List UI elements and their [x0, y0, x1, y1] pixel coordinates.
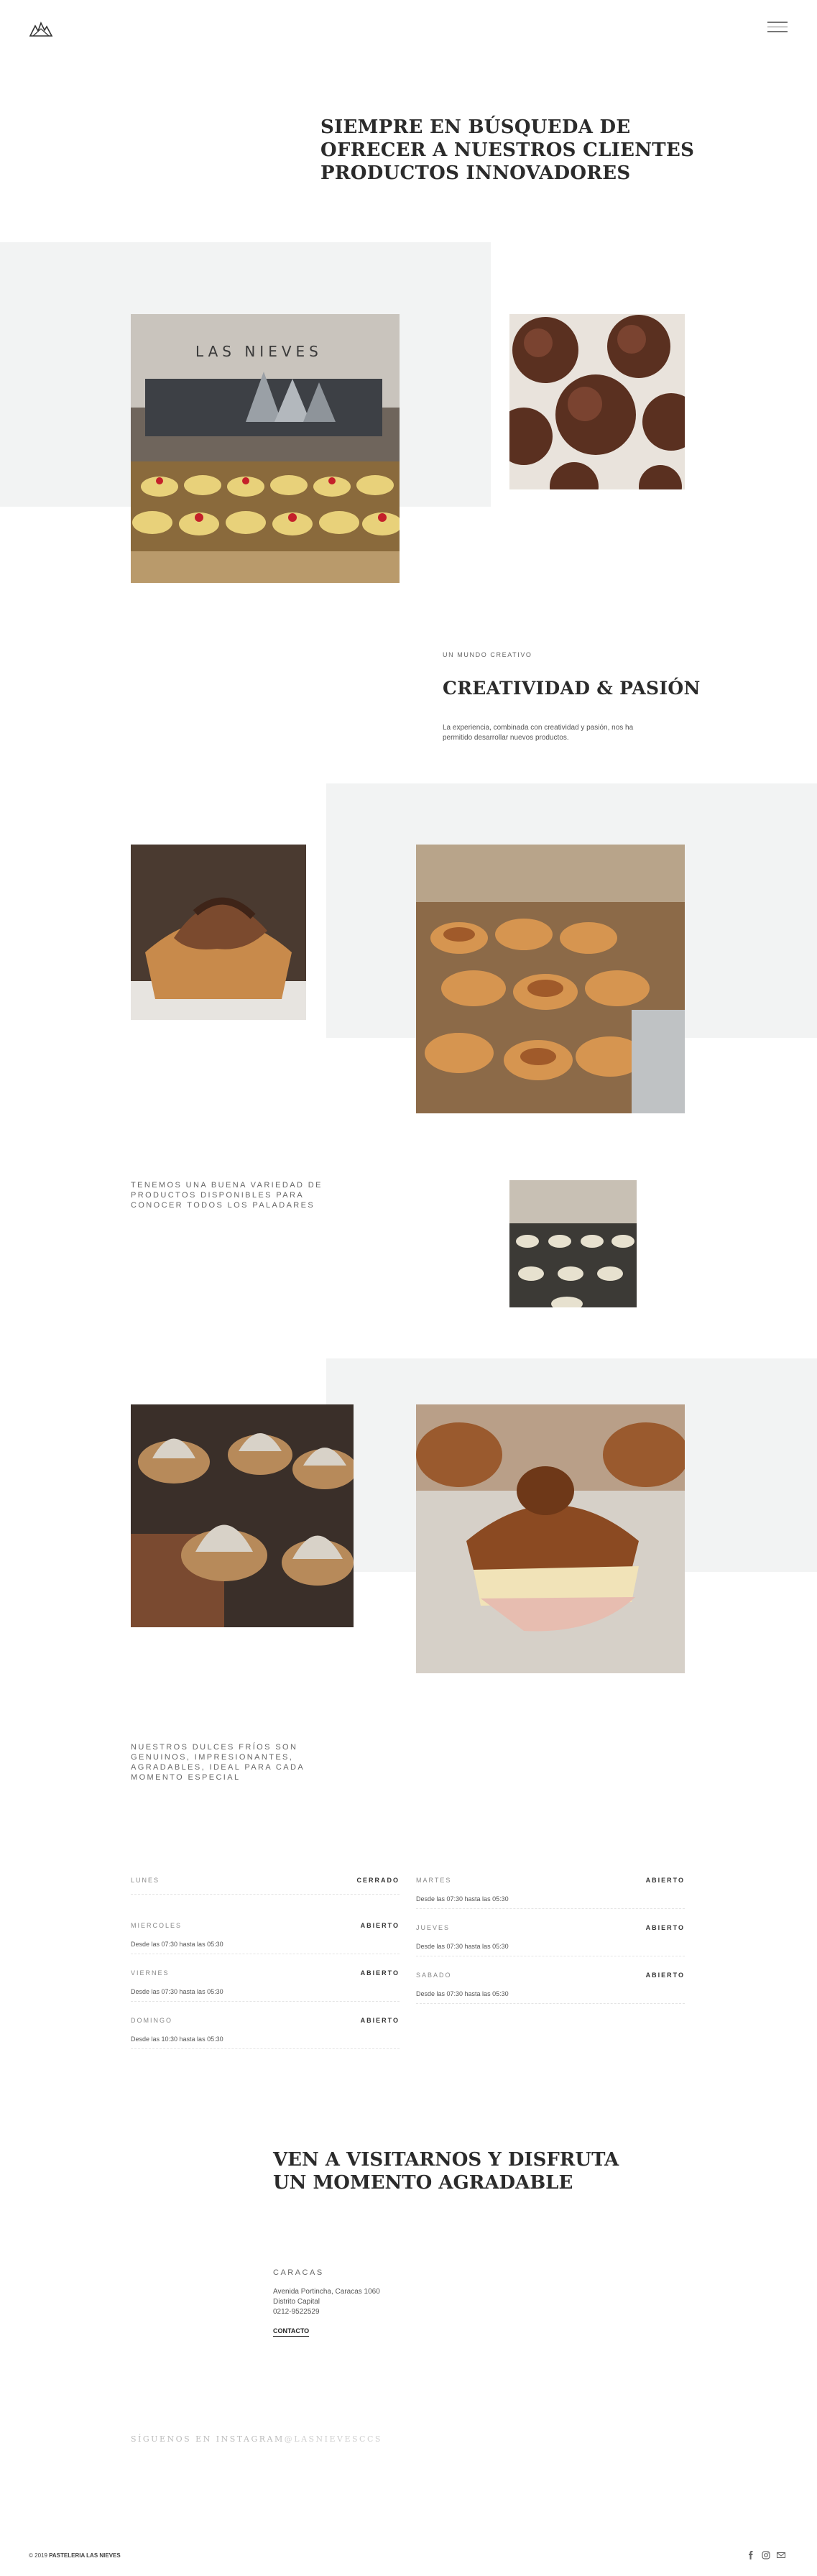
schedule-item: LUNES CERRADO	[131, 1877, 400, 1895]
menu-line	[767, 26, 788, 27]
schedule-divider	[416, 1908, 685, 1909]
schedule-divider	[131, 2048, 400, 2049]
schedule-item: JUEVES ABIERTO Desde las 07:30 hasta las …	[416, 1924, 685, 1956]
facebook-icon[interactable]	[746, 2550, 756, 2560]
meringue-tarts-photo	[131, 1404, 354, 1627]
store-photo: LAS NIEVES	[131, 314, 400, 583]
pastry-display-photo	[416, 845, 685, 1113]
schedule-right: MARTES ABIERTO Desde las 07:30 hasta las …	[416, 1877, 685, 2004]
creative-title: CREATIVIDAD & PASIÓN	[443, 678, 701, 699]
email-icon[interactable]	[776, 2550, 786, 2560]
schedule-day: VIERNES	[131, 1969, 170, 1977]
creative-text: La experiencia, combinada con creativida…	[443, 724, 634, 742]
address-line: Distrito Capital	[273, 2298, 320, 2306]
schedule-day: LUNES	[131, 1877, 160, 1884]
schedule-hours: Desde las 07:30 hasta las 05:30	[131, 1988, 223, 1995]
footer-brand: PASTELERIA LAS NIEVES	[49, 2552, 121, 2559]
phone-number: 0212-9522529	[273, 2308, 320, 2316]
schedule-status: ABIERTO	[645, 1924, 685, 1931]
schedule-hours: Desde las 07:30 hasta las 05:30	[416, 1990, 509, 1997]
schedule-hours: Desde las 07:30 hasta las 05:30	[131, 1941, 223, 1948]
schedule-item: SABADO ABIERTO Desde las 07:30 hasta las …	[416, 1972, 685, 2004]
creative-eyebrow: UN MUNDO CREATIVO	[443, 651, 532, 658]
schedule-left: LUNES CERRADO MIERCOLES ABIERTO Desde las …	[131, 1877, 400, 2049]
schedule-day: MARTES	[416, 1877, 452, 1884]
schedule-status: ABIERTO	[645, 1877, 685, 1884]
schedule-day: SABADO	[416, 1972, 452, 1979]
schedule-status: CERRADO	[356, 1877, 400, 1884]
menu-line	[767, 22, 788, 23]
chocolate-truffles-photo	[509, 314, 685, 489]
chocolate-tart-photo	[131, 845, 306, 1020]
desserts-cups-photo	[509, 1180, 637, 1307]
location-city: CARACAS	[273, 2268, 324, 2277]
store-sign: LAS NIEVES	[195, 343, 323, 360]
contact-link[interactable]: CONTACTO	[273, 2327, 310, 2337]
schedule-item: MIERCOLES ABIERTO Desde las 07:30 hasta l…	[131, 1922, 400, 1954]
menu-line	[767, 31, 788, 32]
hamburger-menu-icon[interactable]	[767, 22, 788, 36]
address-line: Avenida Portincha, Caracas 1060	[273, 2288, 380, 2296]
schedule-item: MARTES ABIERTO Desde las 07:30 hasta las …	[416, 1877, 685, 1909]
variety-text: TENEMOS UNA BUENA VARIEDAD DE PRODUCTOS …	[131, 1181, 323, 1210]
schedule-status: ABIERTO	[360, 1922, 400, 1929]
schedule-hours: Desde las 07:30 hasta las 05:30	[416, 1943, 509, 1950]
hero-title: SIEMPRE EN BÚSQUEDA DE OFRECER A NUESTRO…	[320, 116, 695, 184]
instagram-icon[interactable]	[761, 2550, 771, 2560]
schedule-divider	[131, 1894, 400, 1895]
sweets-text: NUESTROS DULCES FRÍOS SON GENUINOS, IMPR…	[131, 1743, 305, 1782]
schedule-status: ABIERTO	[360, 1969, 400, 1977]
schedule-hours: Desde las 10:30 hasta las 05:30	[131, 2036, 223, 2043]
footer-copyright: © 2019 PASTELERIA LAS NIEVES	[29, 2552, 121, 2559]
schedule-hours: Desde las 07:30 hasta las 05:30	[416, 1895, 509, 1903]
visit-title: VEN A VISITARNOS Y DISFRUTA UN MOMENTO A…	[273, 2149, 619, 2194]
instagram-follow: SÍGUENOS EN INSTAGRAM@LASNIEVESCCS	[131, 2434, 382, 2444]
location-address: Avenida Portincha, Caracas 1060 Distrito…	[273, 2287, 380, 2317]
brioche-sandwich-photo	[416, 1404, 685, 1673]
schedule-divider	[416, 2003, 685, 2004]
schedule-divider	[131, 2001, 400, 2002]
schedule-day: DOMINGO	[131, 2017, 172, 2024]
instagram-label: SÍGUENOS EN INSTAGRAM	[131, 2434, 285, 2444]
schedule-day: MIERCOLES	[131, 1922, 183, 1929]
schedule-item: VIERNES ABIERTO Desde las 07:30 hasta las…	[131, 1969, 400, 2002]
instagram-handle-link[interactable]: @LASNIEVESCCS	[285, 2434, 382, 2444]
schedule-status: ABIERTO	[645, 1972, 685, 1979]
schedule-status: ABIERTO	[360, 2017, 400, 2024]
mountains-logo-icon[interactable]	[29, 20, 53, 39]
schedule-item: DOMINGO ABIERTO Desde las 10:30 hasta las…	[131, 2017, 400, 2049]
schedule-day: JUEVES	[416, 1924, 451, 1931]
copyright-year: © 2019	[29, 2552, 47, 2559]
